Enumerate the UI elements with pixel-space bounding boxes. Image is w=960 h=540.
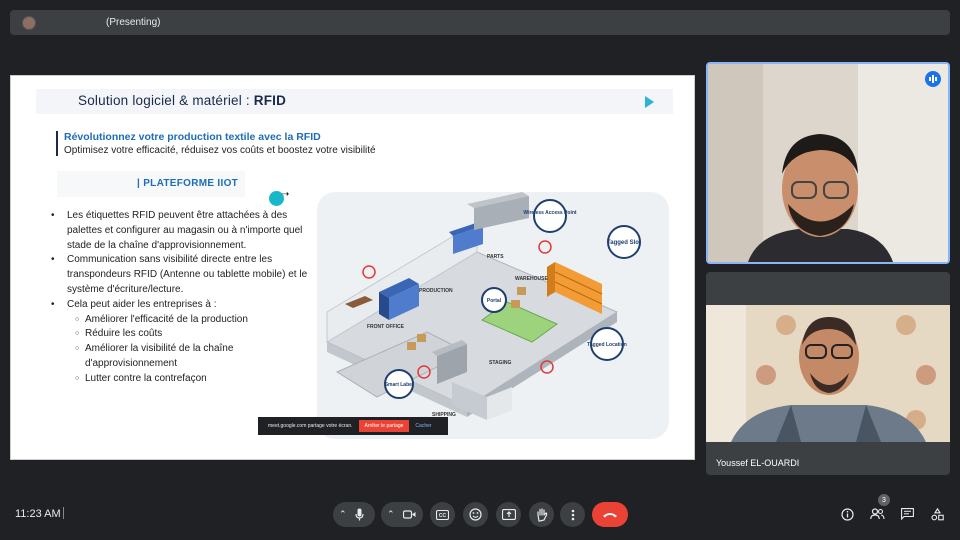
antenna-icon: [362, 265, 376, 279]
warehouse-rack-side: [547, 262, 555, 297]
bullet-list: Les étiquettes RFID peuvent être attaché…: [51, 209, 309, 387]
participant-video: [706, 305, 950, 442]
bottom-control-bar: 11:23 AM ⌃ ⌃ CC: [0, 495, 960, 535]
subtitle-accent-bar: [56, 131, 58, 156]
speaking-indicator-icon: [925, 71, 941, 87]
slide-title: Solution logiciel & matériel : RFID: [78, 93, 286, 108]
captions-icon[interactable]: CC: [436, 509, 449, 520]
video-wall: [858, 64, 948, 262]
participant-name: Youssef EL-OUARDI: [716, 458, 800, 468]
participant-video-illustration: [706, 305, 950, 442]
shared-screen: Solution logiciel & matériel : RFID Révo…: [10, 75, 695, 460]
more-options-button[interactable]: [560, 502, 585, 527]
people-button[interactable]: [869, 506, 885, 522]
portal-label: Portal: [487, 298, 502, 304]
slide-title-bold: RFID: [253, 93, 287, 108]
clock-separator: [63, 507, 64, 519]
rfid-warehouse-diagram: Wireless Access Point Tagged Slot Portal…: [317, 192, 669, 439]
front-office-label: FRONT OFFICE: [367, 324, 405, 330]
staging-label: STAGING: [489, 360, 512, 366]
svg-text:CC: CC: [439, 513, 447, 519]
sub-bullet-item: Améliorer la visibilité de la chaîne d'a…: [75, 342, 309, 372]
tagged-location-label: Tagged Location: [587, 342, 627, 348]
rfid-diagram-illustration: Wireless Access Point Tagged Slot Portal…: [325, 192, 641, 420]
info-icon[interactable]: [840, 507, 854, 521]
sub-bullet-item: Améliorer l'efficacité de la production: [75, 313, 309, 328]
activities-button[interactable]: [929, 506, 945, 522]
share-notification-text: meet.google.com partage votre écran.: [268, 423, 353, 429]
participant-tile[interactable]: [706, 62, 950, 264]
platform-label-text: PLATEFORME IIOT: [143, 178, 239, 189]
screen-share-notification: meet.google.com partage votre écran. Arr…: [258, 417, 448, 435]
box: [511, 300, 520, 308]
hand-icon[interactable]: [536, 507, 548, 522]
chevron-up-icon[interactable]: ⌃: [387, 509, 395, 520]
smart-label-label: Smart Label: [385, 382, 414, 388]
wireless-label: Wireless Access Point: [523, 210, 576, 216]
activities-icon[interactable]: [930, 507, 944, 521]
camera-icon[interactable]: [402, 510, 416, 519]
box: [517, 287, 526, 295]
sub-bullet-item: Réduire les coûts: [75, 327, 309, 342]
more-vert-icon[interactable]: [571, 509, 575, 521]
top-presentation-bar: (Presenting): [10, 10, 950, 35]
slide-subtitle-heading: Révolutionnez votre production textile a…: [64, 131, 321, 143]
warehouse-label: WAREHOUSE: [515, 276, 548, 282]
presenter-avatar: [22, 15, 36, 30]
cursor-arrow-icon: ➝: [281, 189, 290, 200]
hide-notification-link[interactable]: Cacher: [415, 423, 431, 429]
antenna-icon: [538, 240, 552, 254]
play-arrow-icon: [645, 96, 654, 108]
bullet-item: Cela peut aider les entreprises à : Amél…: [51, 298, 309, 387]
bullet-item-text: Cela peut aider les entreprises à :: [67, 298, 217, 310]
leave-call-button[interactable]: [592, 502, 628, 527]
sub-bullet-item: Lutter contre la contrefaçon: [75, 372, 309, 387]
captions-button[interactable]: CC: [430, 502, 455, 527]
people-count-badge: 3: [878, 494, 890, 506]
meeting-clock: 11:23 AM: [15, 508, 61, 520]
slide-subtitle-text: Optimisez votre efficacité, réduisez vos…: [64, 145, 376, 156]
participant-video: [708, 64, 948, 262]
emoji-icon[interactable]: [469, 508, 482, 521]
stop-sharing-button[interactable]: Arrêter le partage: [358, 420, 410, 432]
bullet-item: Les étiquettes RFID peuvent être attaché…: [51, 209, 309, 253]
microphone-icon[interactable]: [354, 508, 364, 521]
camera-control[interactable]: ⌃: [381, 502, 423, 527]
production-label: PRODUCTION: [419, 288, 453, 294]
raise-hand-button[interactable]: [529, 502, 554, 527]
participant-tile[interactable]: Youssef EL-OUARDI: [706, 272, 950, 475]
wireless-callout: [533, 199, 567, 233]
chat-button[interactable]: [899, 506, 915, 522]
sub-bullet-list: Améliorer l'efficacité de la production …: [75, 313, 309, 387]
people-icon[interactable]: [869, 508, 885, 520]
reactions-button[interactable]: [463, 502, 488, 527]
chevron-up-icon[interactable]: ⌃: [339, 509, 347, 520]
box: [407, 342, 416, 350]
presenting-label: (Presenting): [106, 17, 161, 28]
parts-label: PARTS: [487, 254, 504, 260]
mic-control[interactable]: ⌃: [333, 502, 375, 527]
box: [417, 334, 426, 342]
chat-icon[interactable]: [900, 508, 914, 520]
present-button[interactable]: [496, 502, 521, 527]
tagged-slot-label: Tagged Slot: [607, 240, 641, 246]
bullet-item: Communication sans visibilité directe en…: [51, 253, 309, 297]
end-call-icon[interactable]: [602, 511, 618, 518]
audio-bars-icon: [929, 75, 937, 83]
platform-label: | PLATEFORME IIOT: [137, 178, 239, 189]
slide-title-prefix: Solution logiciel & matériel :: [78, 93, 254, 108]
video-door: [708, 64, 763, 262]
video-window: [706, 305, 746, 442]
meeting-details-button[interactable]: [839, 506, 855, 522]
present-screen-icon[interactable]: [501, 509, 516, 520]
